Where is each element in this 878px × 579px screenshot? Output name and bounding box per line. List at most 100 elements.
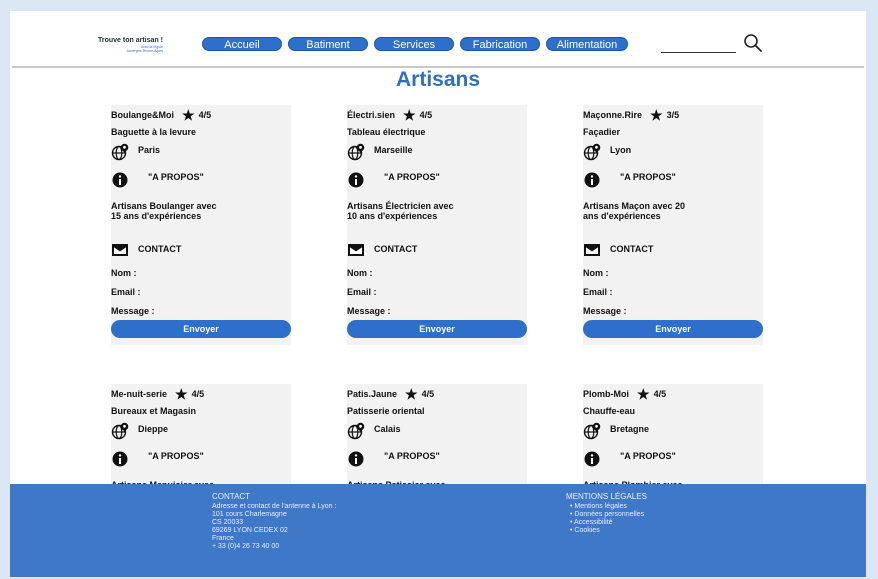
card-title-row: Maçonne.Rire ★ 3/5 [583,107,679,124]
artisan-card: Plomb-Moi ★ 4/5 Chauffe-eau Bretagne "A PROPO… [583,384,763,490]
info-icon [347,171,365,189]
about-label: "A PROPOS" [148,451,204,461]
artisan-specialty: Façadier [583,127,621,137]
star-icon: ★ [182,107,195,123]
artisan-rating: 3/5 [666,110,680,120]
footer-contact-line: Adresse et contact de l'antenne à Lyon : [212,503,337,510]
globe-location-icon [347,143,365,161]
about-label: "A PROPOS" [148,172,204,182]
description-line: Artisans Électricien avec [347,201,454,211]
artisan-specialty: Bureaux et Magasin [111,406,197,416]
card-title-row: Me-nuit-serie ★ 4/5 [111,386,204,403]
info-icon [583,171,601,189]
star-icon: ★ [403,107,416,123]
artisan-description: Artisans Électricien avec 10 ans d'expéri… [347,201,454,221]
info-icon [347,450,365,468]
message-field-label[interactable]: Message : [111,306,155,316]
artisan-card: Électri.sien ★ 4/5 Tableau électrique Marsei… [347,105,527,345]
globe-location-icon [111,422,129,440]
email-field-label[interactable]: Email : [347,287,377,297]
artisan-name[interactable]: Électri.sien [347,110,395,120]
artisan-description: Artisans Boulanger avec 15 ans d'expérien… [111,201,217,221]
nav-fabrication[interactable]: Fabrication [460,37,540,51]
globe-location-icon [347,422,365,440]
card-title-row: Plomb-Moi ★ 4/5 [583,386,666,403]
card-title-row: Électri.sien ★ 4/5 [347,107,432,124]
description-line: 10 ans d'expériences [347,211,438,221]
email-field-label[interactable]: Email : [111,287,141,297]
globe-location-icon [583,143,601,161]
artisan-rating: 4/5 [419,110,433,120]
info-icon [111,171,129,189]
artisan-city: Paris [138,145,161,155]
artisan-specialty: Patisserie oriental [347,406,425,416]
email-field-label[interactable]: Email : [583,287,613,297]
search-input[interactable] [661,52,736,53]
search-icon[interactable] [743,33,763,53]
footer-link-donnees[interactable]: Données personnelles [566,511,647,519]
nav-alimentation[interactable]: Alimentation [546,37,628,51]
send-button[interactable]: Envoyer [583,320,763,338]
about-label: "A PROPOS" [620,172,676,182]
nav-batiment[interactable]: Batiment [288,37,368,51]
page-title: Artisans [395,68,481,91]
artisan-name[interactable]: Maçonne.Rire [583,110,642,120]
description-line: Artisans Maçon avec 20 [583,201,686,211]
about-label: "A PROPOS" [384,451,440,461]
mail-icon [111,241,129,259]
artisan-specialty: Baguette à la levure [111,127,197,137]
footer-contact-line: France [212,535,234,542]
footer-contact: CONTACT Adresse et contact de l'antenne … [212,493,336,551]
artisan-name[interactable]: Me-nuit-serie [111,389,167,399]
name-field-label[interactable]: Nom : [583,268,609,278]
info-icon [111,450,129,468]
artisan-city: Dieppe [138,424,169,434]
globe-location-icon [583,422,601,440]
star-icon: ★ [405,386,418,402]
artisan-specialty: Tableau électrique [347,127,426,137]
description-line: Artisans Boulanger avec [111,201,217,211]
footer-contact-line: 69269 LYON CEDEX 02 [212,527,288,534]
artisan-name[interactable]: Patis.Jaune [347,389,397,399]
artisan-description: Artisans Maçon avec 20 ans d'expériences [583,201,685,221]
send-button[interactable]: Envoyer [111,320,291,338]
logo-subtitle-line: Auvergne-Rhône-Alpes [126,49,163,53]
artisan-name[interactable]: Plomb-Moi [583,389,629,399]
artisan-specialty: Chauffe-eau [583,406,636,416]
artisan-name[interactable]: Boulange&Moi [111,110,174,120]
logo[interactable]: Trouve ton artisan ! Avec la région Auve… [98,37,163,53]
name-field-label[interactable]: Nom : [111,268,137,278]
footer-link-accessibilite[interactable]: Accessibilité [566,519,647,527]
main-nav: Accueil Batiment Services Fabrication Al… [202,37,628,51]
contact-label: CONTACT [138,244,182,254]
logo-title: Trouve ton artisan ! [98,37,163,44]
star-icon: ★ [175,386,188,402]
artisan-card: Patis.Jaune ★ 4/5 Patisserie oriental Calais… [347,384,527,490]
footer: CONTACT Adresse et contact de l'antenne … [10,484,866,577]
about-label: "A PROPOS" [620,451,676,461]
footer-contact-title: CONTACT [212,492,251,501]
footer-link-cookies[interactable]: Cookies [566,527,647,535]
send-button[interactable]: Envoyer [347,320,527,338]
nav-accueil[interactable]: Accueil [202,37,282,51]
artisan-card: Boulange&Moi ★ 4/5 Baguette à la levure Pari… [111,105,291,345]
artisan-rating: 4/5 [191,389,205,399]
message-field-label[interactable]: Message : [583,306,627,316]
footer-legal-title: MENTIONS LÉGALES [566,492,647,501]
artisan-rating: 4/5 [653,389,667,399]
artisan-city: Bretagne [610,424,650,434]
card-title-row: Boulange&Moi ★ 4/5 [111,107,211,124]
footer-contact-line: + 33 (0)4 26 73 40 00 [212,543,280,550]
description-line: 15 ans d'expériences [111,211,202,221]
about-label: "A PROPOS" [384,172,440,182]
nav-services[interactable]: Services [374,37,454,51]
page: Trouve ton artisan ! Avec la région Auve… [10,11,866,577]
info-icon [583,450,601,468]
footer-link-mentions[interactable]: Mentions légales [566,503,647,511]
description-line: ans d'expériences [583,211,661,221]
artisan-city: Marseille [374,145,413,155]
name-field-label[interactable]: Nom : [347,268,373,278]
footer-contact-line: CS 20033 [212,519,244,526]
artisan-city: Calais [374,424,401,434]
message-field-label[interactable]: Message : [347,306,391,316]
